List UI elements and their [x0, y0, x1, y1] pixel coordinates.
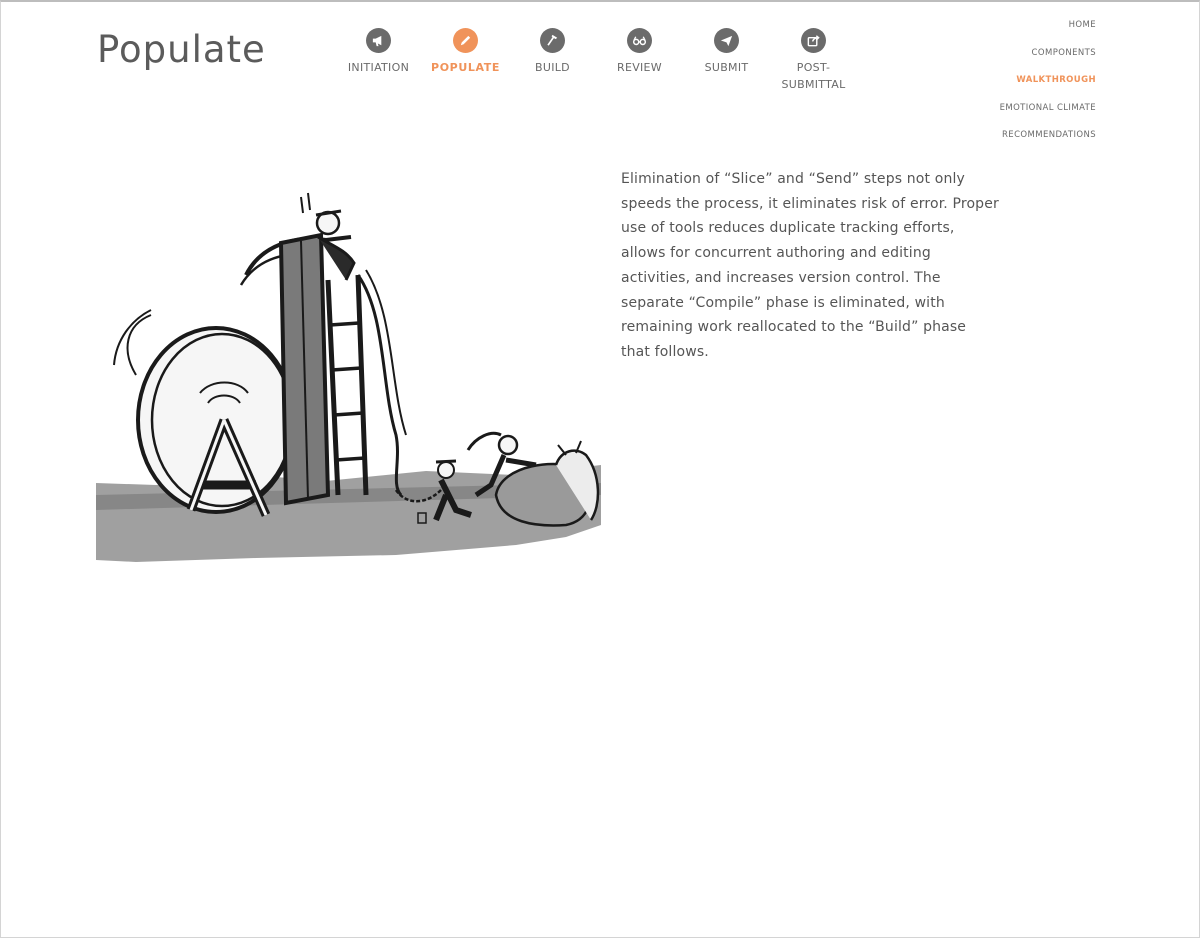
side-nav-emotional-climate[interactable]: EMOTIONAL CLIMATE: [1000, 102, 1096, 130]
page-title: Populate: [97, 28, 266, 71]
phase-build[interactable]: BUILD: [509, 28, 596, 93]
phase-label: SUBMIT: [704, 61, 749, 74]
phase-label: BUILD: [535, 61, 570, 74]
phase-post-submittal[interactable]: POST- SUBMITTAL: [770, 28, 857, 93]
phase-initiation[interactable]: INITIATION: [335, 28, 422, 93]
phase-populate[interactable]: POPULATE: [422, 28, 509, 93]
side-nav: HOME COMPONENTS WALKTHROUGH EMOTIONAL CL…: [1000, 19, 1096, 157]
phase-label: POST- SUBMITTAL: [781, 61, 846, 91]
side-nav-walkthrough[interactable]: WALKTHROUGH: [1016, 74, 1096, 102]
walkthrough-description: Elimination of “Slice” and “Send” steps …: [621, 171, 999, 360]
walkthrough-illustration: [96, 192, 601, 562]
hammer-icon: [540, 28, 565, 53]
phase-label: INITIATION: [347, 61, 410, 74]
side-nav-components[interactable]: COMPONENTS: [1032, 47, 1096, 75]
phase-review[interactable]: REVIEW: [596, 28, 683, 93]
phase-label: REVIEW: [617, 61, 662, 74]
megaphone-icon: [366, 28, 391, 53]
phase-submit[interactable]: SUBMIT: [683, 28, 770, 93]
side-nav-home[interactable]: HOME: [1069, 19, 1096, 47]
phase-nav: INITIATION POPULATE BUILD REVIEW SUBMIT …: [335, 28, 857, 93]
share-icon: [801, 28, 826, 53]
phase-label: POPULATE: [431, 61, 500, 74]
side-nav-recommendations[interactable]: RECOMMENDATIONS: [1002, 129, 1096, 157]
paper-plane-icon: [714, 28, 739, 53]
glasses-icon: [627, 28, 652, 53]
pencil-icon: [453, 28, 478, 53]
